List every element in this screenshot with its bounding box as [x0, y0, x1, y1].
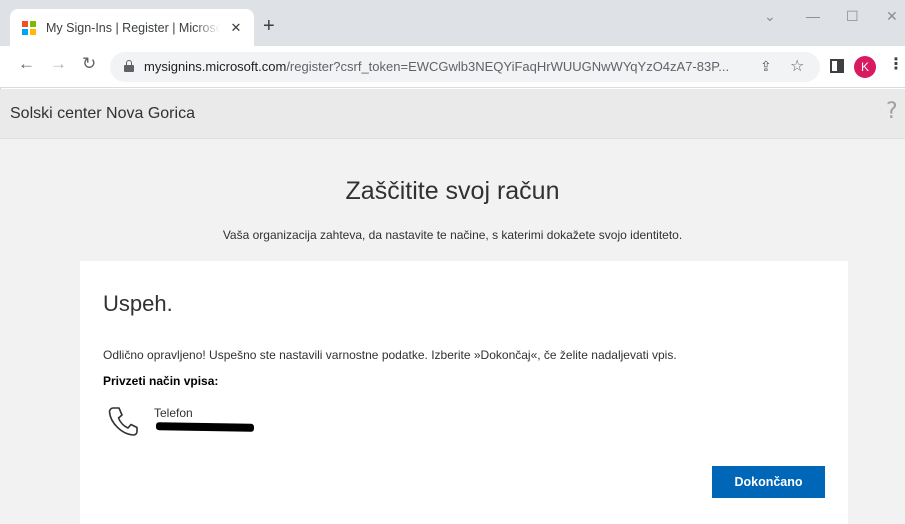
success-card: Uspeh. Odlično opravljeno! Uspešno ste n… [80, 261, 848, 524]
card-title: Uspeh. [103, 291, 173, 316]
help-icon[interactable]: ? [886, 99, 898, 124]
minimize-button[interactable]: — [806, 8, 820, 24]
done-button[interactable]: Dokončano [712, 466, 825, 498]
method-name: Telefon [154, 406, 193, 420]
tab-title: My Sign-Ins | Register | Microsoft [46, 20, 220, 35]
forward-button[interactable]: → [50, 54, 67, 74]
reload-button[interactable]: ↻ [82, 54, 96, 74]
new-tab-button[interactable]: + [263, 16, 275, 36]
default-method-label: Privzeti način vpisa: [103, 374, 219, 388]
address-bar[interactable]: mysignins.microsoft.com/register?csrf_to… [110, 52, 820, 82]
bookmark-star-icon[interactable]: ☆ [790, 56, 804, 76]
organization-header: Solski center Nova Gorica ? [0, 89, 905, 139]
url-text: mysignins.microsoft.com/register?csrf_to… [144, 59, 730, 74]
tab-strip: My Sign-Ins | Register | Microsoft ✕ + ⌄… [0, 0, 905, 46]
microsoft-logo-icon [22, 20, 36, 35]
restore-button[interactable]: ☐ [846, 8, 859, 25]
browser-menu-icon[interactable]: ⋮ [888, 54, 904, 74]
organization-name: Solski center Nova Gorica [10, 105, 195, 122]
browser-toolbar: ← → ↻ mysignins.microsoft.com/register?c… [0, 46, 905, 88]
profile-avatar[interactable]: K [854, 56, 876, 78]
close-window-button[interactable]: ✕ [886, 8, 898, 25]
lock-icon [124, 60, 134, 72]
browser-tab[interactable]: My Sign-Ins | Register | Microsoft ✕ [10, 9, 254, 46]
side-panel-icon[interactable] [830, 59, 844, 73]
chevron-down-icon[interactable]: ⌄ [764, 8, 776, 25]
page-subtitle: Vaša organizacija zahteva, da nastavite … [222, 228, 683, 242]
default-method-item: Telefon [106, 404, 286, 444]
page-content: Solski center Nova Gorica ? Zaščitite sv… [0, 89, 905, 524]
share-icon[interactable]: ⇪ [760, 58, 772, 75]
success-message: Odlično opravljeno! Uspešno ste nastavil… [103, 348, 677, 362]
page-title: Zaščitite svoj račun [345, 177, 560, 205]
back-button[interactable]: ← [18, 54, 35, 74]
redacted-phone-number [155, 422, 255, 432]
phone-icon [108, 407, 138, 436]
tab-close-icon[interactable]: ✕ [228, 20, 244, 36]
